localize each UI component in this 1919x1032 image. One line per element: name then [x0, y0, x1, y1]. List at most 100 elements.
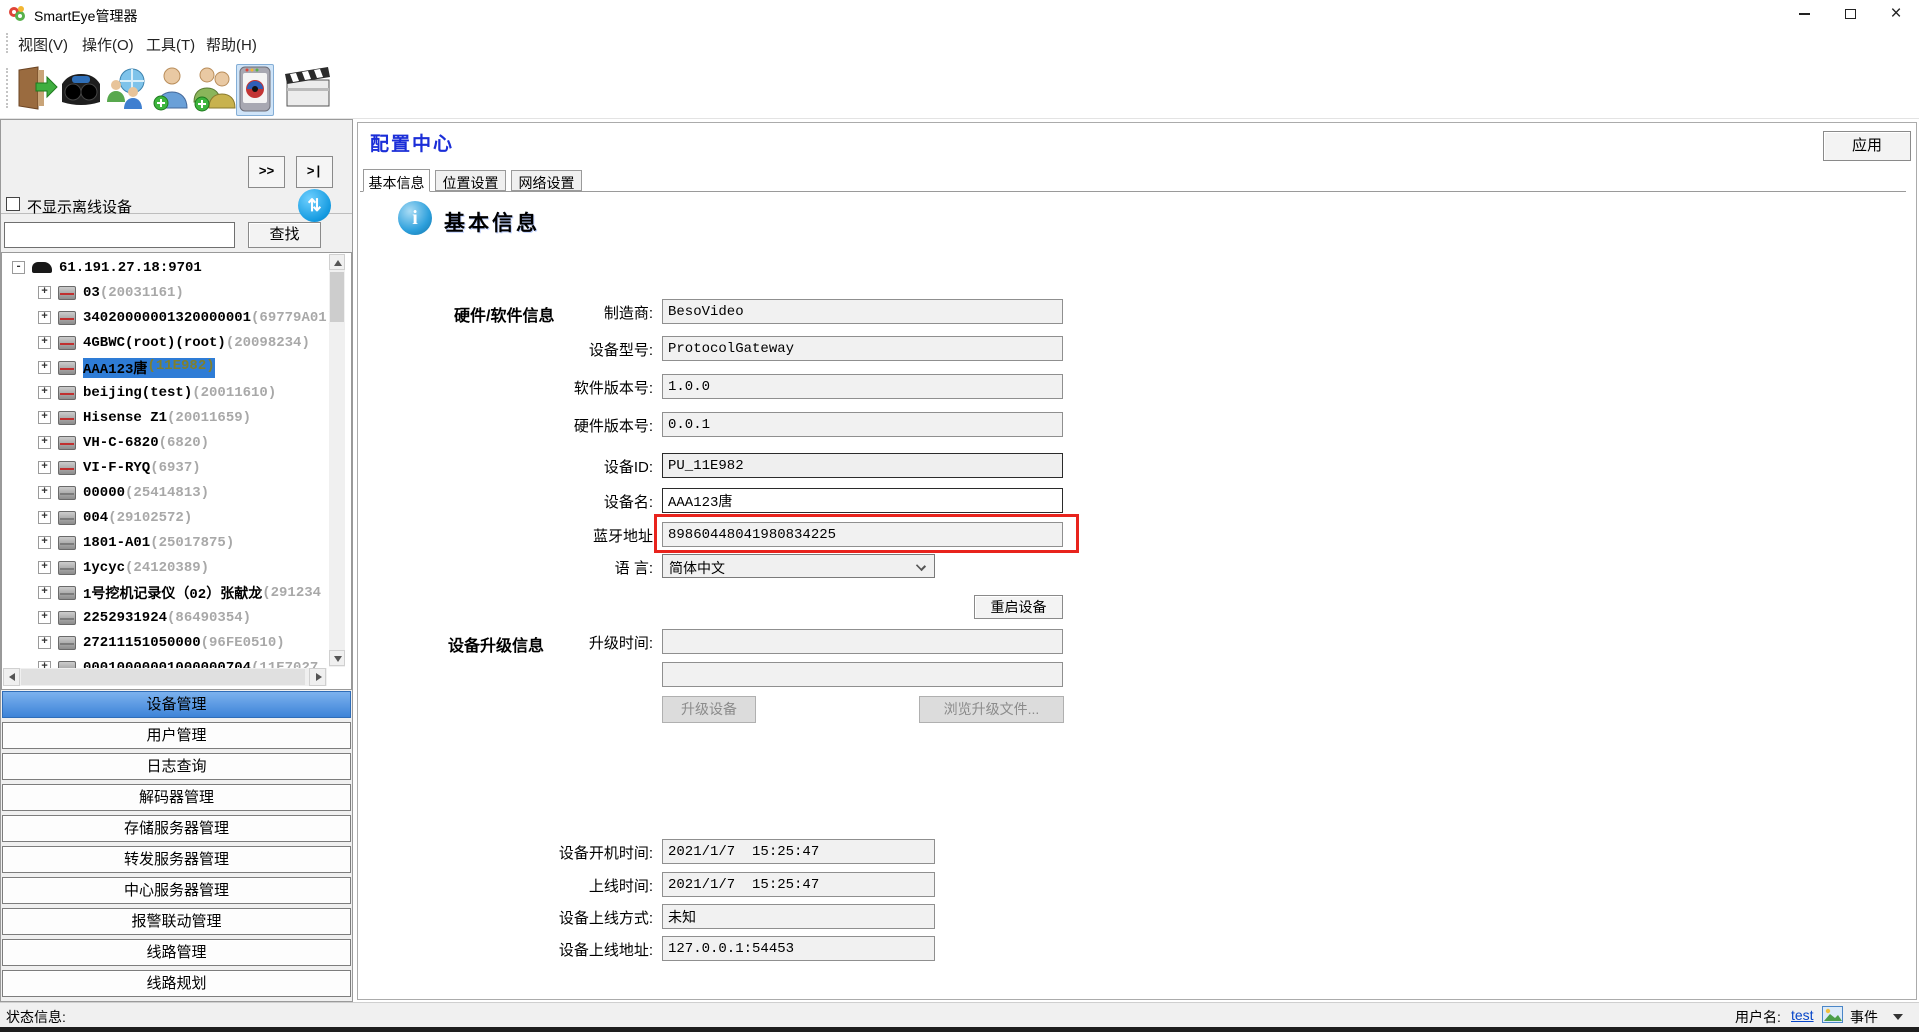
tree-vertical-scrollbar[interactable]	[329, 254, 345, 667]
image-icon[interactable]	[1822, 1006, 1843, 1026]
sort-devices-icon[interactable]	[298, 189, 331, 222]
add-user-icon[interactable]	[152, 64, 192, 112]
video-clip-icon[interactable]	[282, 64, 336, 112]
expand-icon[interactable]	[38, 361, 51, 374]
menu-operate[interactable]: 操作(O)	[82, 34, 134, 55]
device-search-input[interactable]	[4, 222, 235, 248]
tree-item[interactable]: VH-C-6820 (6820)	[2, 430, 332, 455]
boot-time-field[interactable]	[662, 839, 935, 864]
user-group-globe-icon[interactable]	[102, 64, 150, 112]
expand-icon[interactable]	[38, 636, 51, 649]
nav-forward-server[interactable]: 转发服务器管理	[2, 846, 351, 873]
tab-network-settings[interactable]: 网络设置	[511, 170, 582, 191]
software-version-field[interactable]	[662, 374, 1063, 399]
device-icon	[58, 636, 76, 650]
collapse-icon[interactable]	[12, 261, 25, 274]
expand-icon[interactable]	[38, 336, 51, 349]
device-icon	[58, 511, 76, 525]
scroll-right-icon[interactable]	[309, 668, 326, 686]
expand-icon[interactable]	[38, 411, 51, 424]
nav-line-planning[interactable]: 线路规划	[2, 970, 351, 997]
minimize-button[interactable]	[1781, 0, 1827, 28]
language-dropdown[interactable]: 简体中文	[662, 554, 935, 578]
tab-location-settings[interactable]: 位置设置	[435, 170, 506, 191]
device-icon	[58, 386, 76, 400]
expand-icon[interactable]	[38, 611, 51, 624]
menu-view[interactable]: 视图(V)	[18, 34, 68, 55]
nav-storage-server[interactable]: 存储服务器管理	[2, 815, 351, 842]
config-center-eye-icon[interactable]	[236, 64, 274, 116]
online-mode-field[interactable]	[662, 904, 935, 929]
find-button[interactable]: 查找	[248, 222, 321, 248]
window-title: SmartEye管理器	[34, 6, 137, 26]
nav-center-server[interactable]: 中心服务器管理	[2, 877, 351, 904]
device-name-field[interactable]	[662, 488, 1063, 513]
tree-item[interactable]: Hisense Z1 (20011659)	[2, 405, 332, 430]
tree-item[interactable]: 1号挖机记录仪（02）张献龙 (291234	[2, 580, 332, 605]
tree-item[interactable]: VI-F-RYQ(6937)	[2, 455, 332, 480]
expand-icon[interactable]	[38, 436, 51, 449]
tree-item[interactable]: 34020000001320000001 (69779A01)	[2, 305, 332, 330]
online-address-field[interactable]	[662, 936, 935, 961]
manufacturer-field[interactable]	[662, 299, 1063, 324]
page-next-button[interactable]: >>	[248, 156, 285, 188]
scroll-up-icon[interactable]	[329, 254, 345, 270]
username-link[interactable]: test	[1791, 1007, 1814, 1023]
tree-item[interactable]: 1801-A01 (25017875)	[2, 530, 332, 555]
tab-basic-info[interactable]: 基本信息	[363, 169, 430, 192]
menu-tools[interactable]: 工具(T)	[146, 34, 195, 55]
tree-item-selected[interactable]: AAA123唐(11E982)	[2, 355, 332, 380]
info-icon	[398, 201, 432, 235]
tree-item[interactable]: 2252931924 (86490354)	[2, 605, 332, 630]
event-menu[interactable]: 事件	[1850, 1007, 1878, 1027]
apply-button[interactable]: 应用	[1823, 131, 1911, 161]
hardware-version-field[interactable]	[662, 412, 1063, 437]
device-id-field[interactable]	[662, 453, 1063, 478]
expand-icon[interactable]	[38, 561, 51, 574]
expand-icon[interactable]	[38, 386, 51, 399]
scroll-down-icon[interactable]	[329, 650, 345, 666]
event-dropdown-icon[interactable]	[1893, 1014, 1903, 1020]
tree-item[interactable]: 00000 (25414813)	[2, 480, 332, 505]
upgrade-time-field[interactable]	[662, 629, 1063, 654]
hide-offline-label: 不显示离线设备	[27, 196, 132, 217]
expand-icon[interactable]	[38, 536, 51, 549]
nav-alarm-linkage[interactable]: 报警联动管理	[2, 908, 351, 935]
tree-item[interactable]: 27211151050000 (96FE0510)	[2, 630, 332, 655]
nav-log-query[interactable]: 日志查询	[2, 753, 351, 780]
vertical-scroll-thumb[interactable]	[330, 272, 344, 322]
tree-item[interactable]: 1ycyc(24120389)	[2, 555, 332, 580]
page-last-button[interactable]: >|	[296, 156, 333, 188]
menu-help[interactable]: 帮助(H)	[206, 34, 257, 55]
device-search-icon[interactable]	[58, 64, 104, 110]
expand-icon[interactable]	[38, 286, 51, 299]
expand-icon[interactable]	[38, 486, 51, 499]
expand-icon[interactable]	[38, 461, 51, 474]
expand-icon[interactable]	[38, 586, 51, 599]
maximize-button[interactable]	[1827, 0, 1873, 28]
online-time-field[interactable]	[662, 872, 935, 897]
nav-user-management[interactable]: 用户管理	[2, 722, 351, 749]
nav-decoder-management[interactable]: 解码器管理	[2, 784, 351, 811]
exit-icon[interactable]	[12, 64, 58, 112]
scroll-left-icon[interactable]	[3, 668, 20, 686]
close-button[interactable]	[1873, 0, 1919, 28]
tree-horizontal-scrollbar[interactable]	[3, 668, 327, 686]
add-user-group-icon[interactable]	[192, 64, 236, 112]
bluetooth-field[interactable]	[662, 522, 1063, 547]
restart-device-button[interactable]: 重启设备	[974, 595, 1063, 619]
tree-root-item[interactable]: 61.191.27.18:9701	[2, 255, 332, 280]
tree-item[interactable]: 03(20031161)	[2, 280, 332, 305]
upgrade-file-field[interactable]	[662, 662, 1063, 687]
nav-device-management[interactable]: 设备管理	[2, 691, 351, 718]
nav-line-management[interactable]: 线路管理	[2, 939, 351, 966]
tree-item[interactable]: 4GBWC(root)(root) (20098234)	[2, 330, 332, 355]
tree-item[interactable]: 004 (29102572)	[2, 505, 332, 530]
expand-icon[interactable]	[38, 511, 51, 524]
hide-offline-checkbox[interactable]	[6, 197, 20, 211]
horizontal-scroll-thumb[interactable]	[21, 669, 305, 685]
model-field[interactable]	[662, 336, 1063, 361]
expand-icon[interactable]	[38, 311, 51, 324]
tree-item[interactable]: beijing(test) (20011610)	[2, 380, 332, 405]
device-icon	[58, 286, 76, 300]
